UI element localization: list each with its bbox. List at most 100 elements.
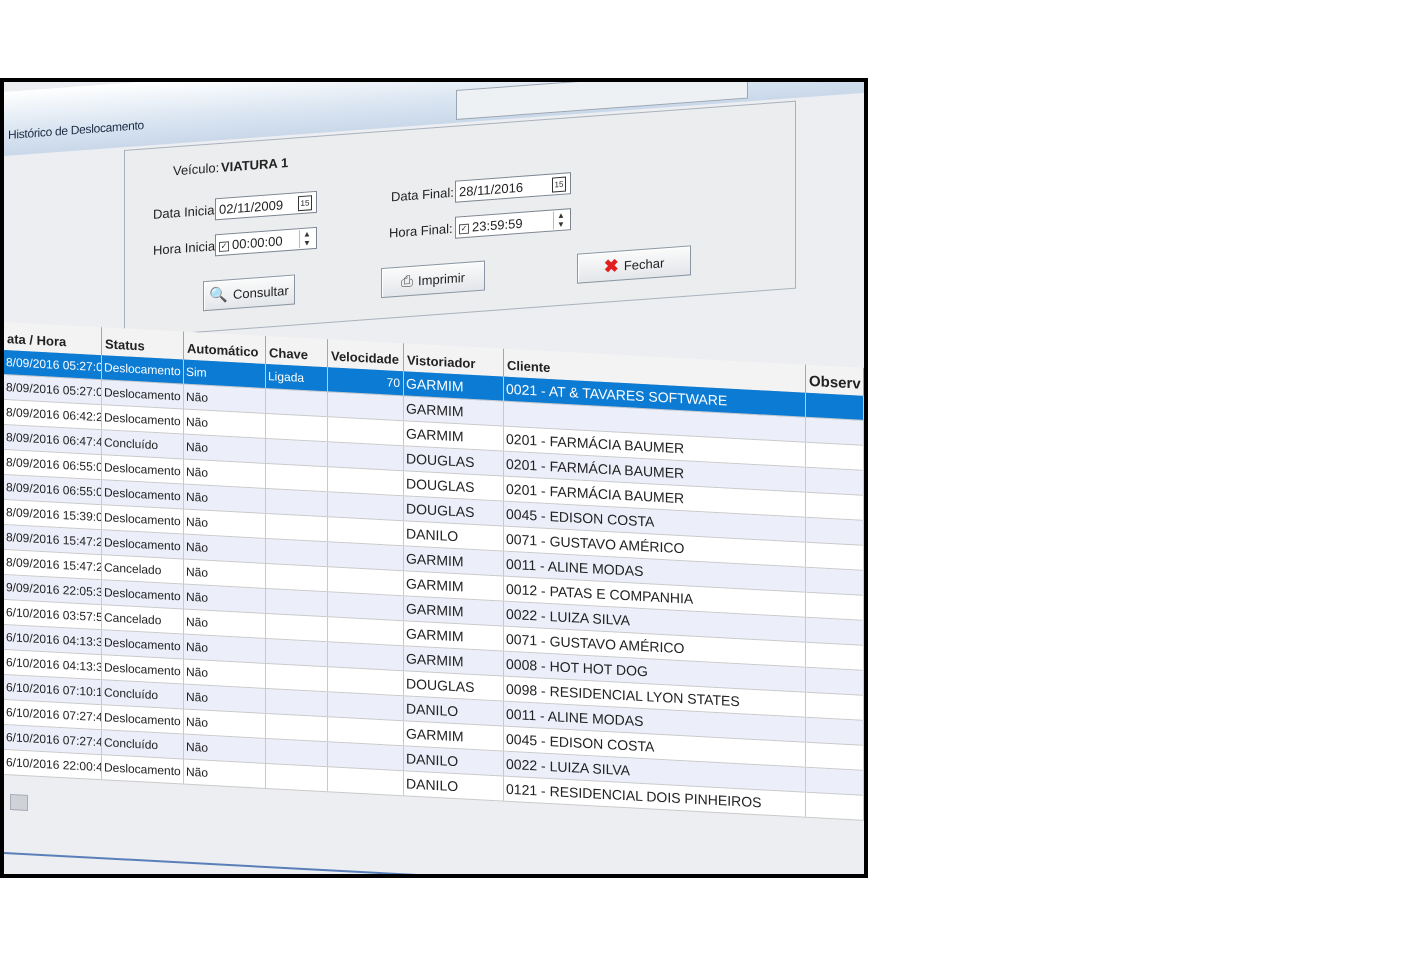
cell-chave <box>266 738 328 767</box>
veiculo-value: VIATURA 1 <box>221 154 289 175</box>
cell-chave: Ligada <box>266 363 328 392</box>
calendar-icon[interactable]: 15 <box>298 195 312 212</box>
cell-status: Deslocamento <box>102 355 184 384</box>
cell-auto: Não <box>184 634 266 663</box>
cell-status: Deslocamento <box>102 755 184 784</box>
data-final-label: Data Final: <box>391 184 454 205</box>
cell-obs <box>806 642 864 670</box>
fechar-button[interactable]: ✖ Fechar <box>577 245 691 284</box>
cell-vel <box>328 392 404 421</box>
cell-chave <box>266 538 328 567</box>
cell-vist: DANILO <box>404 771 504 801</box>
cell-obs <box>806 517 864 545</box>
horizontal-scrollbar[interactable] <box>10 794 28 811</box>
cell-status: Deslocamento <box>102 405 184 434</box>
cell-status: Deslocamento <box>102 530 184 559</box>
cell-auto: Não <box>184 709 266 738</box>
cell-auto: Não <box>184 584 266 613</box>
data-inicial-value: 02/11/2009 <box>219 197 284 218</box>
cell-vel <box>328 592 404 621</box>
magnifier-icon: 🔍 <box>209 286 229 305</box>
col-header-automatico[interactable]: Automático <box>184 331 266 364</box>
printer-icon: ⎙ <box>401 272 414 291</box>
cell-status: Deslocamento <box>102 505 184 534</box>
cell-chave <box>266 713 328 742</box>
cell-chave <box>266 688 328 717</box>
cell-obs <box>806 567 864 595</box>
cell-auto: Não <box>184 484 266 513</box>
cell-chave <box>266 613 328 642</box>
cell-status: Cancelado <box>102 605 184 634</box>
cell-vel <box>328 442 404 471</box>
cell-chave <box>266 488 328 517</box>
cell-vel <box>328 667 404 696</box>
cell-status: Concluído <box>102 680 184 709</box>
hora-final-label: Hora Final: <box>389 220 453 241</box>
cell-vel <box>328 717 404 746</box>
cell-auto: Não <box>184 509 266 538</box>
cell-chave <box>266 563 328 592</box>
cell-auto: Não <box>184 384 266 413</box>
cell-auto: Não <box>184 559 266 588</box>
hora-inicial-field[interactable]: ✓ 00:00:00 ▲ ▼ <box>215 226 317 257</box>
col-header-chave[interactable]: Chave <box>266 335 328 368</box>
cell-auto: Não <box>184 659 266 688</box>
data-inicial-field[interactable]: 02/11/2009 15 <box>215 190 317 221</box>
spin-icon[interactable]: ▲ ▼ <box>299 229 314 249</box>
cell-chave <box>266 513 328 542</box>
veiculo-label: Veículo: <box>173 160 220 179</box>
consultar-button[interactable]: 🔍 Consultar <box>203 274 295 312</box>
cell-auto: Não <box>184 609 266 638</box>
col-header-velocidade[interactable]: Velocidade <box>328 339 404 372</box>
data-inicial-label: Data Inicial: <box>153 201 221 222</box>
hora-final-checkbox[interactable]: ✓ <box>459 223 469 235</box>
cell-status: Deslocamento <box>102 455 184 484</box>
cell-status: Deslocamento <box>102 580 184 609</box>
cell-vel <box>328 417 404 446</box>
col-header-observacao[interactable]: Observ <box>806 364 864 396</box>
cell-obs <box>806 492 864 520</box>
hora-inicial-value: 00:00:00 <box>232 233 283 253</box>
cell-chave <box>266 388 328 417</box>
hora-final-field[interactable]: ✓ 23:59:59 ▲ ▼ <box>455 208 571 239</box>
cell-obs <box>806 417 864 445</box>
cell-status: Concluído <box>102 730 184 759</box>
cell-vel <box>328 567 404 596</box>
cell-obs <box>806 692 864 720</box>
cell-auto: Não <box>184 759 266 788</box>
cell-auto: Não <box>184 684 266 713</box>
fechar-label: Fechar <box>623 254 665 273</box>
cell-vel: 70 <box>328 367 404 396</box>
data-final-field[interactable]: 28/11/2016 15 <box>455 172 571 203</box>
cell-obs <box>806 742 864 770</box>
cell-vel <box>328 517 404 546</box>
cell-vel <box>328 467 404 496</box>
hora-inicial-label: Hora Inicial: <box>153 237 222 258</box>
cell-obs <box>806 717 864 745</box>
spin-icon[interactable]: ▲ ▼ <box>553 210 568 230</box>
cell-datahora: 6/10/2016 22:00:45 <box>4 750 102 780</box>
col-header-status[interactable]: Status <box>102 327 184 360</box>
cell-obs <box>806 792 864 820</box>
deslocamento-grid: ata / Hora Status Automático Chave Veloc… <box>4 322 864 874</box>
cell-obs <box>806 467 864 495</box>
cell-obs <box>806 592 864 620</box>
red-x-icon: ✖ <box>603 255 619 277</box>
cell-auto: Não <box>184 434 266 463</box>
cell-status: Deslocamento <box>102 480 184 509</box>
cell-status: Deslocamento <box>102 380 184 409</box>
cell-vel <box>328 767 404 796</box>
cell-auto: Não <box>184 734 266 763</box>
hora-inicial-checkbox[interactable]: ✓ <box>219 241 229 253</box>
cell-chave <box>266 638 328 667</box>
cell-auto: Não <box>184 534 266 563</box>
cell-vel <box>328 617 404 646</box>
cell-chave <box>266 413 328 442</box>
calendar-icon[interactable]: 15 <box>552 176 566 193</box>
historico-window: Histórico de Deslocamento Veículo: VIATU… <box>4 82 864 874</box>
cell-obs <box>806 392 864 420</box>
imprimir-button[interactable]: ⎙ Imprimir <box>381 260 485 299</box>
cell-vel <box>328 692 404 721</box>
data-final-value: 28/11/2016 <box>459 179 524 200</box>
cell-status: Deslocamento <box>102 705 184 734</box>
